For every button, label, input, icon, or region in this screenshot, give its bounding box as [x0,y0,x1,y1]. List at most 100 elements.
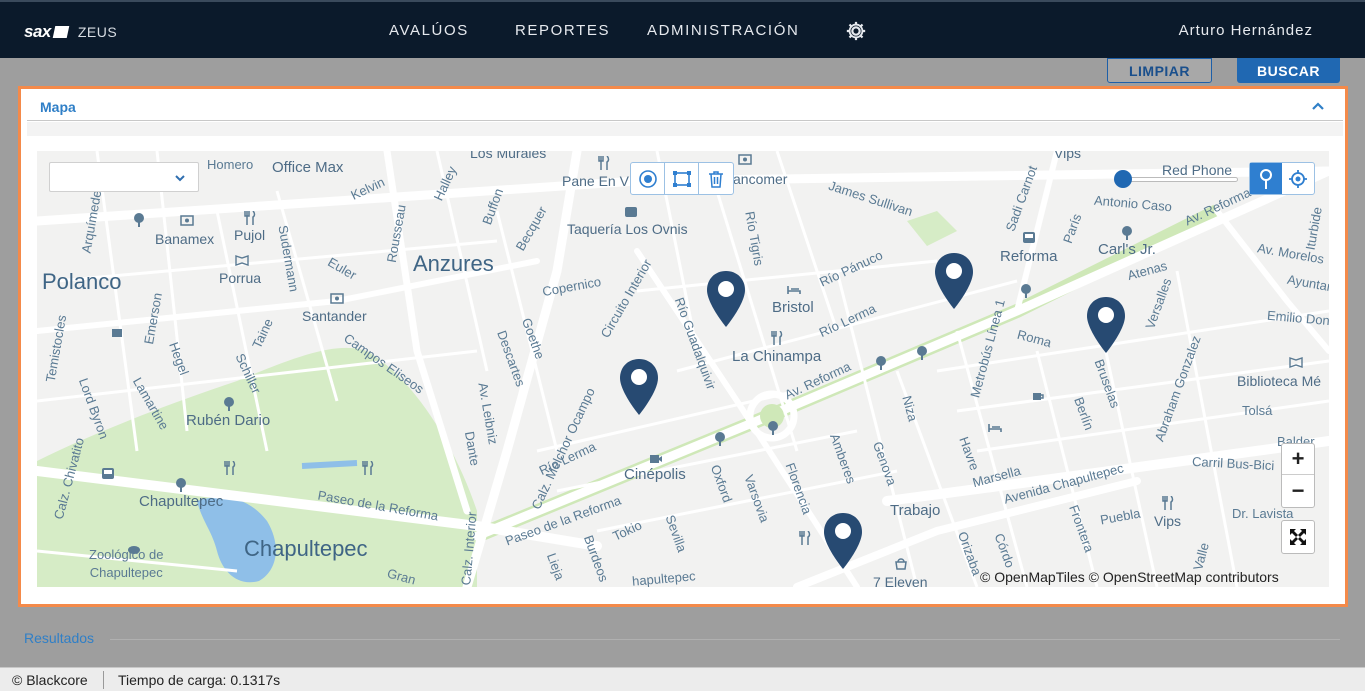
map-base-layer [37,151,1329,587]
locate-button[interactable] [1282,163,1314,194]
map-label-reforma: Reforma [1000,248,1058,265]
pin-mode-icon [1260,168,1272,189]
layer-select[interactable] [49,162,199,192]
slider-track [1123,177,1238,182]
map-label-los-murales: Los Murales [470,151,547,161]
restaurant-icon-6 [799,531,811,545]
results-section-title[interactable]: Resultados [24,630,94,646]
map-label-bancomer: ancomer [733,171,788,187]
tree-icon [134,213,144,227]
map-marker-4[interactable] [620,359,658,415]
map-label-vips-bottom: Vips [1154,513,1181,529]
bus-icon-2 [102,468,114,479]
map-label-pane-en-v: Pane En V [562,173,629,189]
zoom-in-button[interactable]: + [1282,444,1314,475]
user-name[interactable]: Arturo Hernández [1179,22,1313,39]
map-label-chapultepec: Chapultepec [244,536,368,561]
map-label-banamex: Banamex [155,231,215,247]
map-label-trabajo: Trabajo [890,502,941,519]
footer-separator [103,671,104,689]
zoom-control: + − [1281,443,1315,508]
restaurant-icon [244,211,256,225]
map-marker-3[interactable] [1087,297,1125,353]
hotel-icon [112,329,122,337]
chevron-down-icon [175,175,185,182]
map-label-dr-lavista: Dr. Lavista [1232,506,1294,521]
map-marker-1[interactable] [707,271,745,327]
bank-icon-3 [738,154,752,165]
draw-circle-button[interactable] [631,163,665,194]
pin-mode-button[interactable] [1250,163,1282,194]
map-label-seven-eleven: 7 Eleven [873,574,928,587]
bus-stop-icon [625,207,637,217]
pond [301,460,358,469]
circle-draw-icon [638,169,657,188]
footer: © Blackcore Tiempo de carga: 0.1317s [0,667,1365,691]
map-label-vips-top: Vips [1054,151,1081,161]
tree-icon-2 [1122,226,1132,240]
restaurant-icon-2 [598,156,610,170]
zoo-icon [128,546,140,554]
map-panel-header[interactable]: Mapa [27,93,1343,121]
map-label-santander: Santander [302,308,367,324]
bus-icon [1023,232,1035,243]
map-label-la-chinampa: La Chinampa [732,348,822,365]
map-label-polanco: Polanco [42,269,122,294]
clear-button[interactable]: LIMPIAR [1107,58,1212,83]
map-label-pujol: Pujol [234,227,266,243]
shop-icon [895,558,907,570]
restaurant-icon-5 [362,461,374,475]
chevron-up-icon[interactable] [1311,99,1325,113]
gear-icon[interactable] [845,20,867,42]
map-label-anzures: Anzures [413,251,494,276]
draw-rectangle-button[interactable] [665,163,699,194]
map-label-taqueria: Taquería Los Ovnis [567,221,688,237]
rectangle-draw-icon [672,170,691,187]
library-icon [1289,357,1303,368]
map-label-cinepolis: Cinépolis [624,466,686,483]
cinema-icon [650,455,662,463]
restaurant-icon-7 [1162,496,1174,510]
map-label-carls-jr: Carl's Jr. [1098,241,1156,258]
bank-icon [180,215,194,226]
map-marker-2[interactable] [935,253,973,309]
nav-item-administracion[interactable]: ADMINISTRACIÓN [647,22,799,39]
main-nav: AVALÚOS REPORTES ADMINISTRACIÓN [0,22,1365,42]
hotel-icon-2 [787,286,801,294]
map-label-tolsa: Tolsá [1242,403,1273,418]
park-small [907,211,957,246]
top-navigation-bar: sax ZEUS AVALÚOS REPORTES ADMINISTRACIÓN… [0,0,1365,58]
tree-icon-7 [768,421,778,435]
tree-icon-9 [176,478,186,492]
map-label-biblioteca: Biblioteca Mé [1237,373,1322,389]
map-label-homero: Homero [207,157,254,172]
opacity-slider[interactable] [1114,170,1238,188]
map-marker-5[interactable] [824,513,862,569]
panel-spacer [27,122,1343,136]
map-panel: Mapa Polanco Anzures Chapultepec Reforma… [18,86,1348,607]
map-label-office-max: Office Max [272,159,344,176]
tree-icon-5 [876,356,886,370]
map-label-porrua: Porrua [219,270,262,286]
delete-shapes-button[interactable] [699,163,733,194]
footer-load-time: Tiempo de carga: 0.1317s [118,672,281,688]
trash-icon [709,170,723,188]
search-button[interactable]: BUSCAR [1237,58,1340,83]
locate-icon [1289,169,1307,188]
map-label-bristol: Bristol [772,299,814,316]
tree-icon-8 [224,397,234,411]
tree-icon-4 [917,346,927,360]
slider-knob[interactable] [1114,170,1132,188]
nav-item-reportes[interactable]: REPORTES [515,22,610,39]
zoom-out-button[interactable]: − [1282,475,1314,506]
map-label-chapultepec-small: Chapultepec [139,493,224,510]
nav-item-avaluos[interactable]: AVALÚOS [389,22,469,39]
footer-copyright: © Blackcore [12,672,88,688]
fullscreen-button[interactable] [1281,520,1315,554]
map-attribution[interactable]: © OpenMapTiles © OpenStreetMap contribut… [980,569,1279,585]
bank-icon-2 [330,293,344,304]
map-canvas[interactable]: Polanco Anzures Chapultepec Reforma Los … [37,151,1329,587]
tree-icon-6 [715,432,725,446]
cafe-icon [1033,393,1044,400]
draw-toolbar [630,162,734,195]
